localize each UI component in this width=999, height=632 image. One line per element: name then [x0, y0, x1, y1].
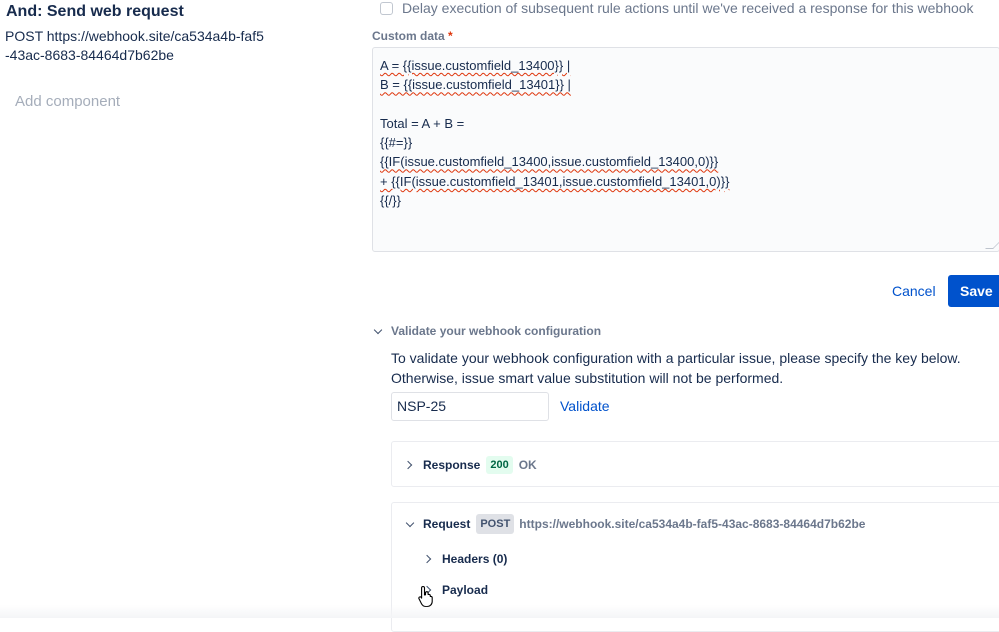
response-panel: Response 200 OK [391, 441, 999, 487]
response-toggle[interactable]: Response 200 OK [404, 456, 537, 474]
validate-description-line: To validate your webhook configuration w… [391, 350, 961, 366]
custom-data-line: Total = A + B = [380, 114, 999, 133]
validate-section-title: Validate your webhook configuration [391, 324, 602, 338]
custom-data-textarea[interactable]: A = {{issue.customfield_13400}} | B = {{… [372, 47, 999, 252]
chevron-down-icon [372, 325, 384, 337]
rule-component-description: POST https://webhook.site/ca534a4b-faf5-… [5, 28, 264, 63]
add-component-link[interactable]: Add component [15, 93, 120, 110]
validate-button[interactable]: Validate [560, 398, 610, 414]
hand-cursor-icon [418, 585, 433, 607]
headers-toggle[interactable]: Headers (0) [423, 552, 507, 566]
custom-data-line [380, 95, 999, 114]
validate-description-line: Otherwise, issue smart value substitutio… [391, 369, 784, 386]
custom-data-line-text: {{#=}} [380, 135, 413, 151]
issue-key-input[interactable]: NSP-25 [391, 392, 549, 421]
validate-section-toggle[interactable]: Validate your webhook configuration [372, 324, 601, 338]
required-marker: * [448, 29, 453, 43]
status-text: OK [518, 458, 537, 472]
bottom-edge-shadow [0, 605, 999, 618]
rule-component-title: And: Send web request [6, 3, 184, 20]
custom-data-line: B = {{issue.customfield_13401}} | [380, 75, 999, 94]
cancel-button[interactable]: Cancel [884, 276, 944, 306]
method-badge: POST [476, 514, 515, 534]
custom-data-line-text: {{IF(issue.customfield_13400,issue.custo… [380, 154, 719, 170]
delay-execution-label: Delay execution of subsequent rule actio… [402, 0, 974, 16]
payload-label: Payload [442, 583, 489, 597]
request-label: Request [423, 517, 471, 531]
custom-data-label: Custom data * [372, 29, 453, 43]
custom-data-line: A = {{issue.customfield_13400}} | [380, 56, 999, 75]
resize-handle-icon[interactable] [985, 241, 999, 249]
custom-data-line-text: Total = A + B = [380, 115, 465, 131]
status-code-badge: 200 [486, 456, 513, 474]
save-button[interactable]: Save [948, 275, 999, 307]
response-label: Response [423, 458, 481, 472]
custom-data-line-text: A = {{issue.customfield_13400}} | [380, 58, 571, 73]
headers-label: Headers (0) [442, 552, 508, 566]
custom-data-line-text: {{/}} [380, 193, 401, 209]
custom-data-line: {{/}} [380, 191, 999, 210]
delay-execution-option[interactable]: Delay execution of subsequent rule actio… [380, 0, 974, 18]
custom-data-label-text: Custom data [372, 29, 445, 43]
custom-data-line: + {{IF(issue.customfield_13401,issue.cus… [380, 172, 999, 191]
chevron-right-icon [423, 553, 435, 565]
request-toggle[interactable]: Request POST https://webhook.site/ca534a… [404, 514, 865, 534]
delay-execution-checkbox[interactable] [380, 1, 393, 15]
custom-data-line: {{IF(issue.customfield_13400,issue.custo… [380, 152, 999, 171]
custom-data-line: {{#=}} [380, 133, 999, 152]
request-url: https://webhook.site/ca534a4b-faf5-43ac-… [519, 517, 866, 531]
custom-data-line-text: B = {{issue.customfield_13401}} | [380, 77, 571, 93]
chevron-down-icon [404, 518, 416, 530]
custom-data-line-text: + {{IF(issue.customfield_13401,issue.cus… [380, 173, 730, 189]
validate-description: To validate your webhook configuration w… [391, 349, 991, 388]
chevron-right-icon [404, 459, 416, 471]
